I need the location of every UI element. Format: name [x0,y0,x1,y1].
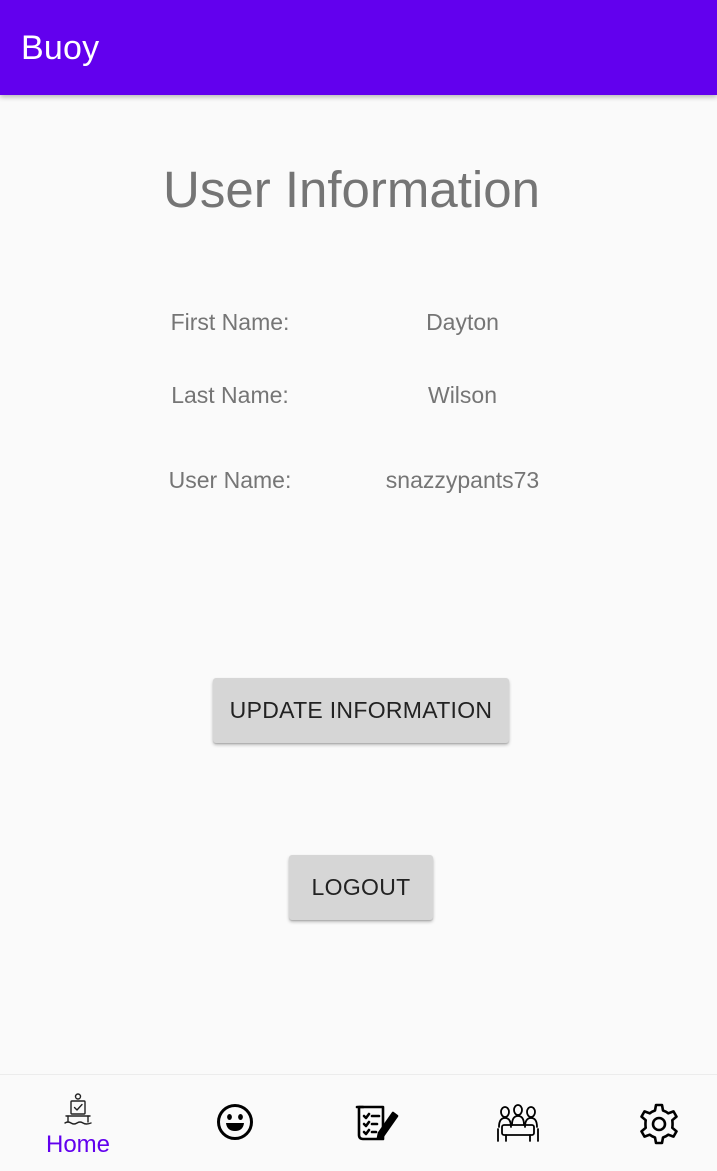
bottom-navigation: Home [0,1074,717,1171]
smiley-face-icon [216,1103,254,1141]
first-name-label: First Name: [170,309,290,335]
last-name-value: Wilson [427,382,497,408]
last-name-label: Last Name: [171,382,289,408]
update-information-button[interactable]: UPDATE INFORMATION [213,678,509,743]
app-bar: Buoy [0,0,717,95]
journal-checklist-icon [355,1103,399,1143]
nav-item-journal[interactable] [317,1075,437,1171]
user-name-label: User Name: [168,467,292,493]
logout-button[interactable]: LOGOUT [289,855,433,920]
nav-item-settings[interactable] [599,1075,717,1171]
first-name-value: Dayton [426,309,499,335]
app-title: Buoy [21,29,100,67]
home-icon [63,1093,93,1127]
nav-item-community[interactable] [458,1075,578,1171]
nav-item-home-label: Home [45,1131,111,1158]
community-people-icon [496,1103,540,1143]
page-title: User Information [163,161,540,218]
nav-item-mood[interactable] [175,1075,295,1171]
nav-item-home[interactable]: Home [18,1075,138,1171]
user-name-value: snazzypants73 [385,467,540,493]
gear-icon [638,1103,680,1145]
